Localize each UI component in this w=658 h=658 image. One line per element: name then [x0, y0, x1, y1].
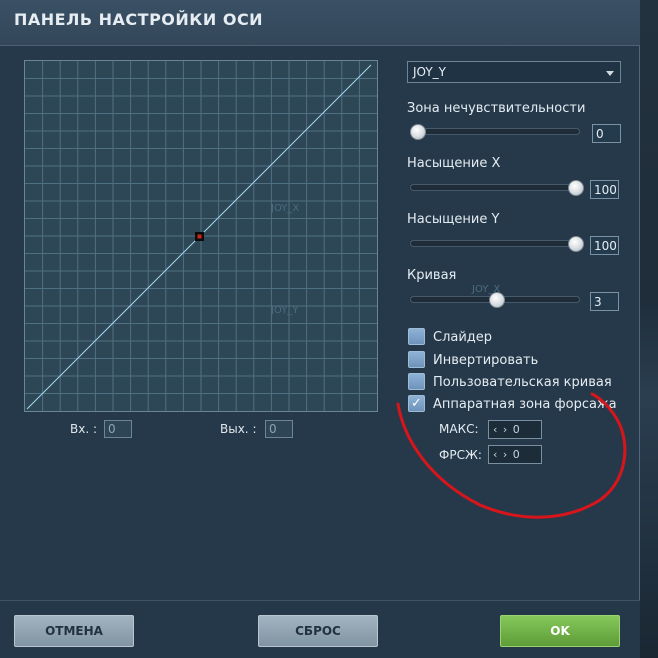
reset-button[interactable]: СБРОС: [258, 615, 378, 647]
cancel-button[interactable]: ОТМЕНА: [14, 615, 134, 647]
deadzone-value-field[interactable]: 0: [592, 124, 621, 143]
curve-plot: [25, 61, 377, 411]
current-position-dot: [197, 234, 202, 239]
curve-label: Кривая: [407, 268, 457, 283]
saturation-y-label: Насыщение Y: [407, 212, 500, 227]
slider-checkbox[interactable]: [408, 328, 425, 345]
spinner-arrows-icon: ‹ ›: [493, 448, 509, 461]
ghost-label-joy-y: JOY_Y: [271, 305, 299, 316]
invert-checkbox[interactable]: [408, 351, 425, 368]
saturation-x-label: Насыщение X: [407, 156, 501, 171]
max-label: МАКС:: [439, 422, 479, 436]
max-spinner-value: 0: [512, 423, 521, 436]
invert-checkbox-label: Инвертировать: [433, 353, 539, 368]
background-strip: [640, 0, 658, 658]
custom-curve-checkbox[interactable]: [408, 373, 425, 390]
saturation-x-slider-track[interactable]: [410, 184, 580, 191]
frsg-spinner[interactable]: ‹ › 0: [488, 445, 542, 464]
window-title: ПАНЕЛЬ НАСТРОЙКИ ОСИ: [14, 10, 264, 29]
saturation-y-value-field[interactable]: 100: [590, 236, 619, 255]
ok-button[interactable]: OK: [500, 615, 620, 647]
response-curve-graph[interactable]: JOY_X JOY_Y: [24, 60, 378, 412]
output-label: Вых. :: [220, 422, 257, 436]
hardware-afterburner-checkbox-label: Аппаратная зона форсажа: [433, 397, 617, 412]
input-label: Вх. :: [70, 422, 98, 436]
slider-checkbox-label: Слайдер: [433, 330, 493, 345]
frsg-label: ФРСЖ:: [439, 448, 482, 462]
deadzone-slider-handle[interactable]: [410, 124, 426, 140]
input-value-field: 0: [104, 420, 132, 438]
custom-curve-checkbox-label: Пользовательская кривая: [433, 375, 612, 390]
saturation-y-slider-track[interactable]: [410, 240, 580, 247]
deadzone-label: Зона нечувствительности: [407, 101, 586, 116]
curve-slider-handle[interactable]: [489, 292, 505, 308]
chevron-down-icon: [606, 71, 614, 76]
title-bar: ПАНЕЛЬ НАСТРОЙКИ ОСИ: [0, 0, 640, 46]
axis-settings-window: ПАНЕЛЬ НАСТРОЙКИ ОСИ JOY_X JOY_Y Вх. : 0…: [0, 0, 640, 658]
axis-select-value: JOY_Y: [413, 65, 446, 79]
axis-select-dropdown[interactable]: JOY_Y: [407, 61, 621, 83]
saturation-y-slider-handle[interactable]: [568, 236, 584, 252]
hardware-afterburner-checkbox[interactable]: ✓: [408, 395, 425, 412]
frsg-spinner-value: 0: [512, 448, 521, 461]
saturation-x-value-field[interactable]: 100: [590, 180, 619, 199]
max-spinner[interactable]: ‹ › 0: [488, 420, 542, 439]
curve-value-field[interactable]: 3: [590, 292, 619, 311]
ghost-label-joy-x: JOY_X: [271, 203, 300, 214]
spinner-arrows-icon: ‹ ›: [493, 423, 509, 436]
saturation-x-slider-handle[interactable]: [568, 180, 584, 196]
deadzone-slider-track[interactable]: [410, 128, 580, 135]
output-value-field: 0: [265, 420, 293, 438]
